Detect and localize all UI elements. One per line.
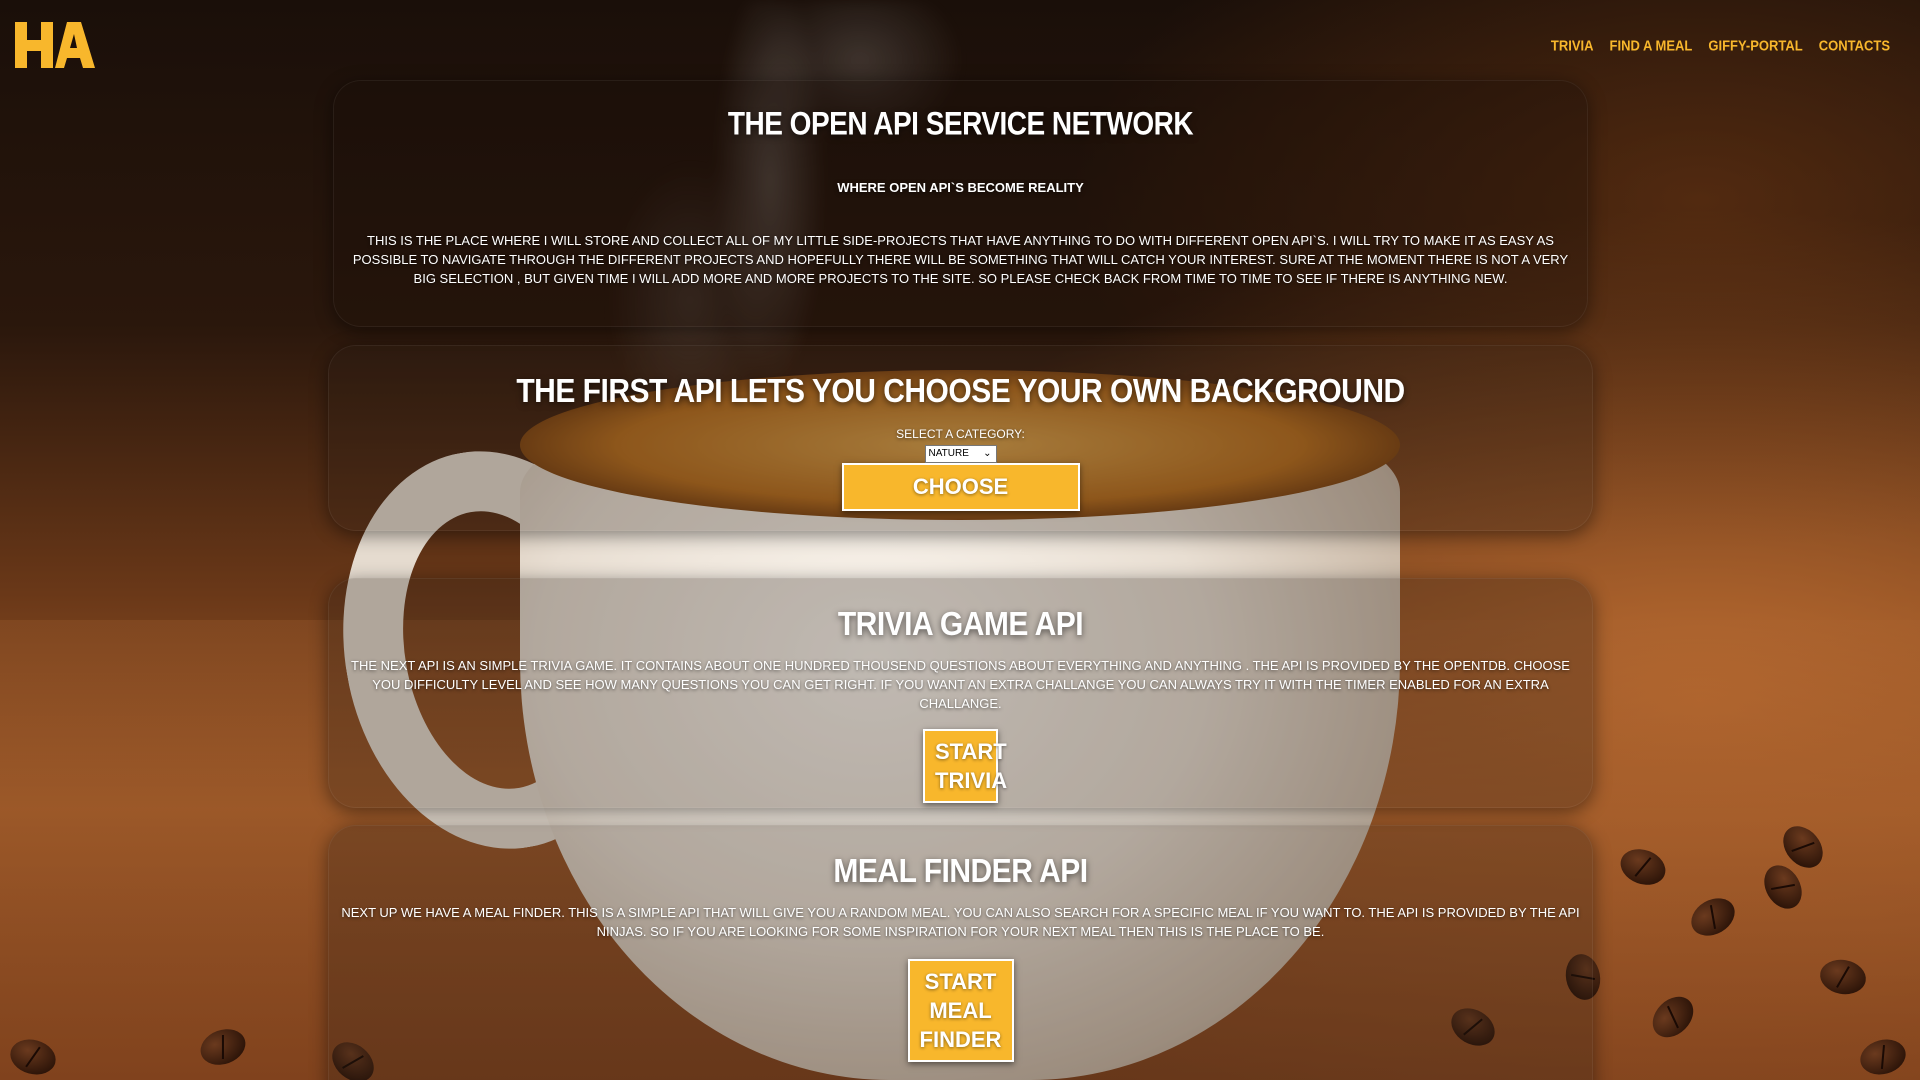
nav-link-find-a-meal[interactable]: Find a meal	[1610, 37, 1693, 54]
nav-link-trivia[interactable]: Trivia	[1551, 37, 1594, 54]
main-nav: Trivia Find a meal Giffy-portal Contacts	[1551, 37, 1890, 54]
category-label: Select a category:	[896, 427, 1025, 441]
page-title: The Open API Service Network	[727, 105, 1194, 142]
intro-subtitle: Where Open API`s become reality	[837, 180, 1084, 195]
background-api-title: The first API lets you choose your own b…	[516, 373, 1405, 410]
category-select-value: Nature	[928, 448, 969, 459]
intro-description: This is the place where I will store and…	[352, 233, 1569, 286]
start-trivia-button[interactable]: Start Trivia	[923, 729, 1007, 803]
nav-link-contacts[interactable]: Contacts	[1819, 37, 1890, 54]
choose-button[interactable]: Choose	[841, 463, 1080, 511]
meal-finder-panel: Meal Finder API Next up we have a meal f…	[328, 825, 1593, 1080]
nav-link-giffy-portal[interactable]: Giffy-portal	[1708, 37, 1802, 54]
trivia-description: The next API is an simple trivia game. I…	[351, 658, 1570, 711]
logo-icon[interactable]	[15, 20, 97, 70]
trivia-title: Trivia Game API	[837, 606, 1084, 643]
meal-finder-description: Next up we have a meal finder. This is a…	[341, 905, 1580, 939]
meal-finder-title: Meal Finder API	[833, 853, 1088, 890]
intro-panel: The Open API Service Network Where Open …	[333, 80, 1588, 327]
start-meal-finder-button[interactable]: Start Meal Finder	[907, 959, 1014, 1062]
top-header: Trivia Find a meal Giffy-portal Contacts	[0, 0, 1920, 80]
trivia-panel: Trivia Game API The next API is an simpl…	[328, 578, 1593, 808]
category-select[interactable]: Nature ⌄	[924, 445, 997, 463]
chevron-down-icon: ⌄	[983, 448, 992, 459]
background-api-panel: The first API lets you choose your own b…	[328, 345, 1593, 531]
